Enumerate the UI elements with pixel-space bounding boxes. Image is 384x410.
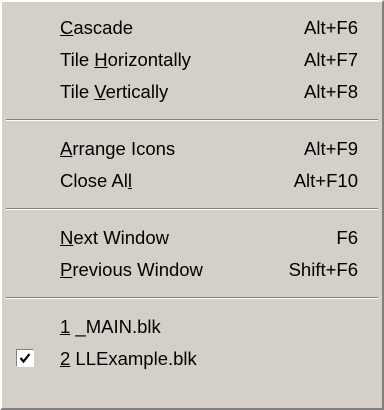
menu-item-label: Next Window [60,227,169,248]
accelerator-key: N [60,227,74,248]
checkmark-icon [16,349,34,367]
menu-item-label: Arrange Icons [60,138,176,159]
menu-separator [6,208,378,210]
accelerator-key: 1 [60,316,71,337]
menu-item-shortcut: Alt+F10 [293,170,358,191]
menu-item-tile-horizontally[interactable]: Tile Horizontally Alt+F7 [2,44,382,76]
menu-item-label: 1 _MAIN.blk [60,316,161,337]
menu-item-previous-window[interactable]: Previous Window Shift+F6 [2,254,382,286]
menu-item-label: Tile Horizontally [60,49,191,70]
menu-item-shortcut: Shift+F6 [288,259,358,280]
menu-item-close-all[interactable]: Close All Alt+F10 [2,165,382,197]
menu-item-shortcut: Alt+F9 [304,138,358,159]
menu-item-label: Close All [60,170,132,191]
menu-item-shortcut: Alt+F7 [304,49,358,70]
menu-item-arrange-icons[interactable]: Arrange Icons Alt+F9 [2,133,382,165]
menu-item-tile-vertically[interactable]: Tile Vertically Alt+F8 [2,76,382,108]
menu-item-shortcut: F6 [336,227,358,248]
menu-separator [6,297,378,299]
menu-item-shortcut: Alt+F6 [304,17,358,38]
menu-item-label: Tile Vertically [60,81,169,102]
menu-item-label: Cascade [60,17,134,38]
menu-item-next-window[interactable]: Next Window F6 [2,222,382,254]
accelerator-key: P [60,259,73,280]
menu-item-cascade[interactable]: Cascade Alt+F6 [2,12,382,44]
menu-item-label: Previous Window [60,259,203,280]
accelerator-key: 2 [60,348,71,369]
accelerator-key: V [94,81,106,102]
window-menu: Cascade Alt+F6 Tile Horizontally Alt+F7 … [0,0,384,410]
accelerator-key: A [60,138,73,159]
menu-item-shortcut: Alt+F8 [304,81,358,102]
accelerator-key: l [127,170,132,191]
accelerator-key: C [60,17,74,38]
menu-item-label: 2 LLExample.blk [60,348,197,369]
menu-separator [6,119,378,121]
menu-item-window-1-main[interactable]: 1 _MAIN.blk [2,311,382,343]
menu-item-window-2-llexample[interactable]: 2 LLExample.blk [2,343,382,375]
accelerator-key: H [94,49,108,70]
